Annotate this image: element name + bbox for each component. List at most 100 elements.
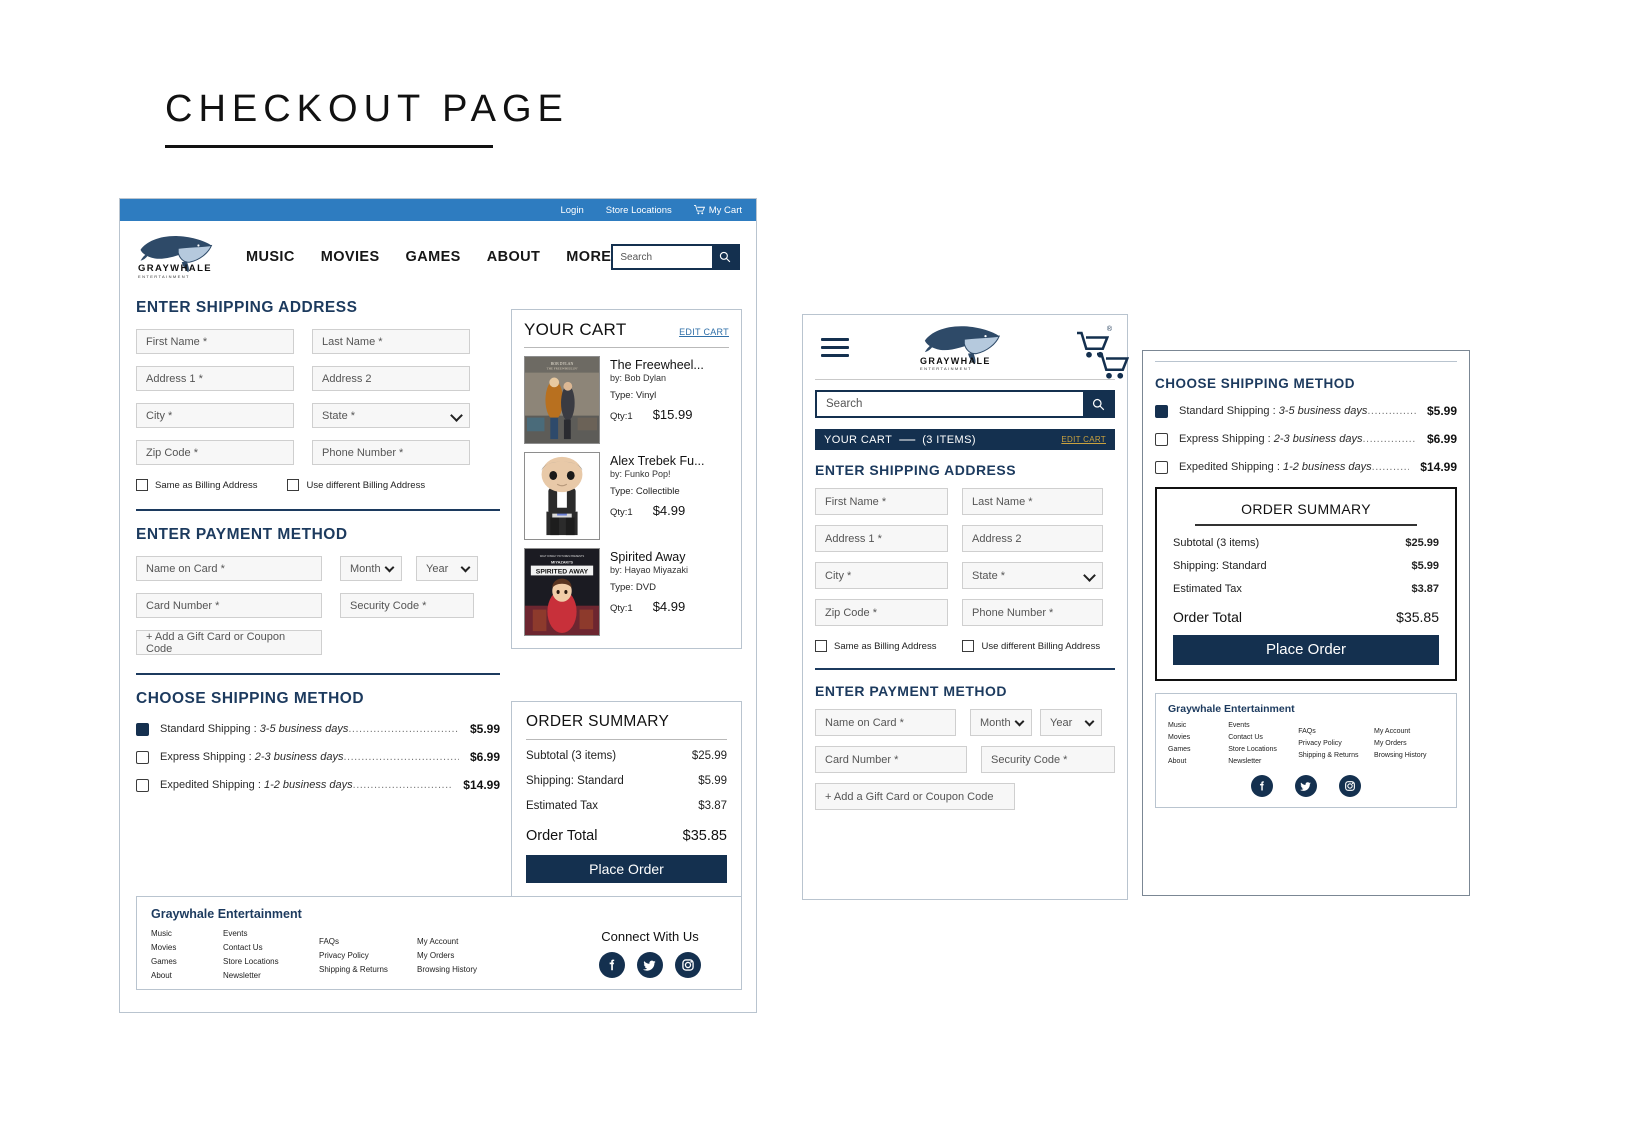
shipping-option-standard[interactable]: Standard Shipping : 3-5 business days...…: [1155, 404, 1457, 418]
radio-unselected-icon[interactable]: [1155, 460, 1168, 474]
nav-item-movies[interactable]: MOVIES: [321, 249, 380, 265]
cart-item-title[interactable]: The Freewheel...: [610, 358, 729, 372]
add-gift-card-button[interactable]: + Add a Gift Card or Coupon Code: [815, 783, 1015, 810]
logo[interactable]: GRAYWHALE ENTERTAINMENT: [910, 321, 1014, 373]
mobile-cart-bar[interactable]: YOUR CART — (3 ITEMS) EDIT CART: [815, 429, 1115, 450]
radio-unselected-icon[interactable]: [136, 778, 149, 792]
different-billing-checkbox[interactable]: Use different Billing Address: [287, 479, 425, 491]
footer-link-faqs[interactable]: FAQs: [319, 937, 417, 946]
state-select[interactable]: State *: [312, 403, 470, 428]
city-input[interactable]: City *: [136, 403, 294, 428]
footer-link-games[interactable]: Games: [151, 957, 223, 966]
zip-code-input[interactable]: Zip Code *: [815, 599, 948, 626]
footer-link-about[interactable]: About: [151, 971, 223, 980]
security-code-input[interactable]: Security Code *: [981, 746, 1115, 773]
address1-input[interactable]: Address 1 *: [136, 366, 294, 391]
search-input[interactable]: Search: [817, 392, 1083, 416]
footer-link-store-locations[interactable]: Store Locations: [1228, 746, 1298, 753]
radio-selected-icon[interactable]: [136, 722, 149, 736]
footer-link-events[interactable]: Events: [1228, 722, 1298, 729]
shipping-option-express[interactable]: Express Shipping : 2-3 business days....…: [1155, 432, 1457, 446]
expiry-year-select[interactable]: Year: [1040, 709, 1102, 736]
name-on-card-input[interactable]: Name on Card *: [136, 556, 322, 581]
footer-link-about[interactable]: About: [1168, 758, 1228, 765]
footer-link-shipping-returns[interactable]: Shipping & Returns: [319, 965, 417, 974]
footer-link-movies[interactable]: Movies: [1168, 734, 1228, 741]
footer-link-music[interactable]: Music: [151, 929, 223, 938]
expiry-month-select[interactable]: Month: [970, 709, 1032, 736]
city-input[interactable]: City *: [815, 562, 948, 589]
zip-code-input[interactable]: Zip Code *: [136, 440, 294, 465]
footer-link-contact-us[interactable]: Contact Us: [223, 943, 319, 952]
edit-cart-link[interactable]: EDIT CART: [1061, 435, 1106, 444]
edit-cart-link[interactable]: EDIT CART: [679, 327, 729, 337]
footer-link-store-locations[interactable]: Store Locations: [223, 957, 319, 966]
address2-input[interactable]: Address 2: [312, 366, 470, 391]
add-gift-card-button[interactable]: + Add a Gift Card or Coupon Code: [136, 630, 322, 655]
footer-link-faqs[interactable]: FAQs: [1298, 728, 1374, 735]
footer-link-my-orders[interactable]: My Orders: [1374, 740, 1444, 747]
search-input[interactable]: Search: [613, 246, 712, 268]
cart-item-thumbnail[interactable]: [524, 452, 600, 540]
footer-link-events[interactable]: Events: [223, 929, 319, 938]
radio-unselected-icon[interactable]: [1155, 432, 1168, 446]
security-code-input[interactable]: Security Code *: [340, 593, 474, 618]
cart-item-title[interactable]: Spirited Away: [610, 550, 729, 564]
footer-link-movies[interactable]: Movies: [151, 943, 223, 952]
footer-link-newsletter[interactable]: Newsletter: [223, 971, 319, 980]
logo[interactable]: GRAYWHALE ENTERTAINMENT: [136, 231, 216, 283]
footer-link-privacy-policy[interactable]: Privacy Policy: [319, 951, 417, 960]
footer-link-contact-us[interactable]: Contact Us: [1228, 734, 1298, 741]
phone-number-input[interactable]: Phone Number *: [962, 599, 1103, 626]
state-select[interactable]: State *: [962, 562, 1103, 589]
twitter-icon[interactable]: [1295, 774, 1317, 797]
shipping-option-standard[interactable]: Standard Shipping : 3-5 business days...…: [136, 722, 500, 736]
store-locations-link[interactable]: Store Locations: [606, 205, 672, 216]
shipping-option-expedited[interactable]: Expedited Shipping : 1-2 business days..…: [136, 778, 500, 792]
shipping-option-express[interactable]: Express Shipping : 2-3 business days....…: [136, 750, 500, 764]
instagram-icon[interactable]: [675, 952, 701, 978]
different-billing-checkbox[interactable]: Use different Billing Address: [962, 640, 1100, 652]
nav-item-more[interactable]: MORE: [566, 249, 611, 265]
shipping-option-expedited[interactable]: Expedited Shipping : 1-2 business days..…: [1155, 460, 1457, 474]
footer-link-browsing-history[interactable]: Browsing History: [1374, 752, 1444, 759]
footer-link-my-account[interactable]: My Account: [1374, 728, 1444, 735]
place-order-button[interactable]: Place Order: [526, 855, 727, 883]
card-number-input[interactable]: Card Number *: [136, 593, 322, 618]
expiry-year-select[interactable]: Year: [416, 556, 478, 581]
footer-link-shipping-returns[interactable]: Shipping & Returns: [1298, 752, 1374, 759]
footer-link-privacy-policy[interactable]: Privacy Policy: [1298, 740, 1374, 747]
radio-unselected-icon[interactable]: [136, 750, 149, 764]
login-link[interactable]: Login: [560, 205, 583, 216]
footer-link-games[interactable]: Games: [1168, 746, 1228, 753]
cart-item-title[interactable]: Alex Trebek Fu...: [610, 454, 729, 468]
search-button[interactable]: [712, 246, 738, 268]
hamburger-menu-icon[interactable]: [821, 337, 849, 357]
last-name-input[interactable]: Last Name *: [312, 329, 470, 354]
search-button[interactable]: [1083, 392, 1113, 416]
address1-input[interactable]: Address 1 *: [815, 525, 948, 552]
cart-item-thumbnail[interactable]: WALT DISNEY PICTURES PRESENTS MIYAZAKI'S…: [524, 548, 600, 636]
same-as-billing-checkbox[interactable]: Same as Billing Address: [136, 479, 257, 491]
footer-link-browsing-history[interactable]: Browsing History: [417, 965, 513, 974]
tablet-cart-icon-overlay[interactable]: [1095, 351, 1130, 386]
twitter-icon[interactable]: [637, 952, 663, 978]
footer-link-music[interactable]: Music: [1168, 722, 1228, 729]
radio-selected-icon[interactable]: [1155, 404, 1168, 418]
my-cart-link[interactable]: My Cart: [693, 205, 742, 216]
footer-link-my-account[interactable]: My Account: [417, 937, 513, 946]
nav-item-about[interactable]: ABOUT: [487, 249, 541, 265]
card-number-input[interactable]: Card Number *: [815, 746, 967, 773]
footer-link-my-orders[interactable]: My Orders: [417, 951, 513, 960]
phone-number-input[interactable]: Phone Number *: [312, 440, 470, 465]
place-order-button[interactable]: Place Order: [1173, 634, 1439, 665]
last-name-input[interactable]: Last Name *: [962, 488, 1103, 515]
same-as-billing-checkbox[interactable]: Same as Billing Address: [815, 640, 936, 652]
name-on-card-input[interactable]: Name on Card *: [815, 709, 956, 736]
instagram-icon[interactable]: [1339, 774, 1361, 797]
cart-item-thumbnail[interactable]: BOB DYLAN THE FREEWHEELIN': [524, 356, 600, 444]
facebook-icon[interactable]: [599, 952, 625, 978]
expiry-month-select[interactable]: Month: [340, 556, 402, 581]
nav-item-games[interactable]: GAMES: [406, 249, 461, 265]
facebook-icon[interactable]: [1251, 774, 1273, 797]
